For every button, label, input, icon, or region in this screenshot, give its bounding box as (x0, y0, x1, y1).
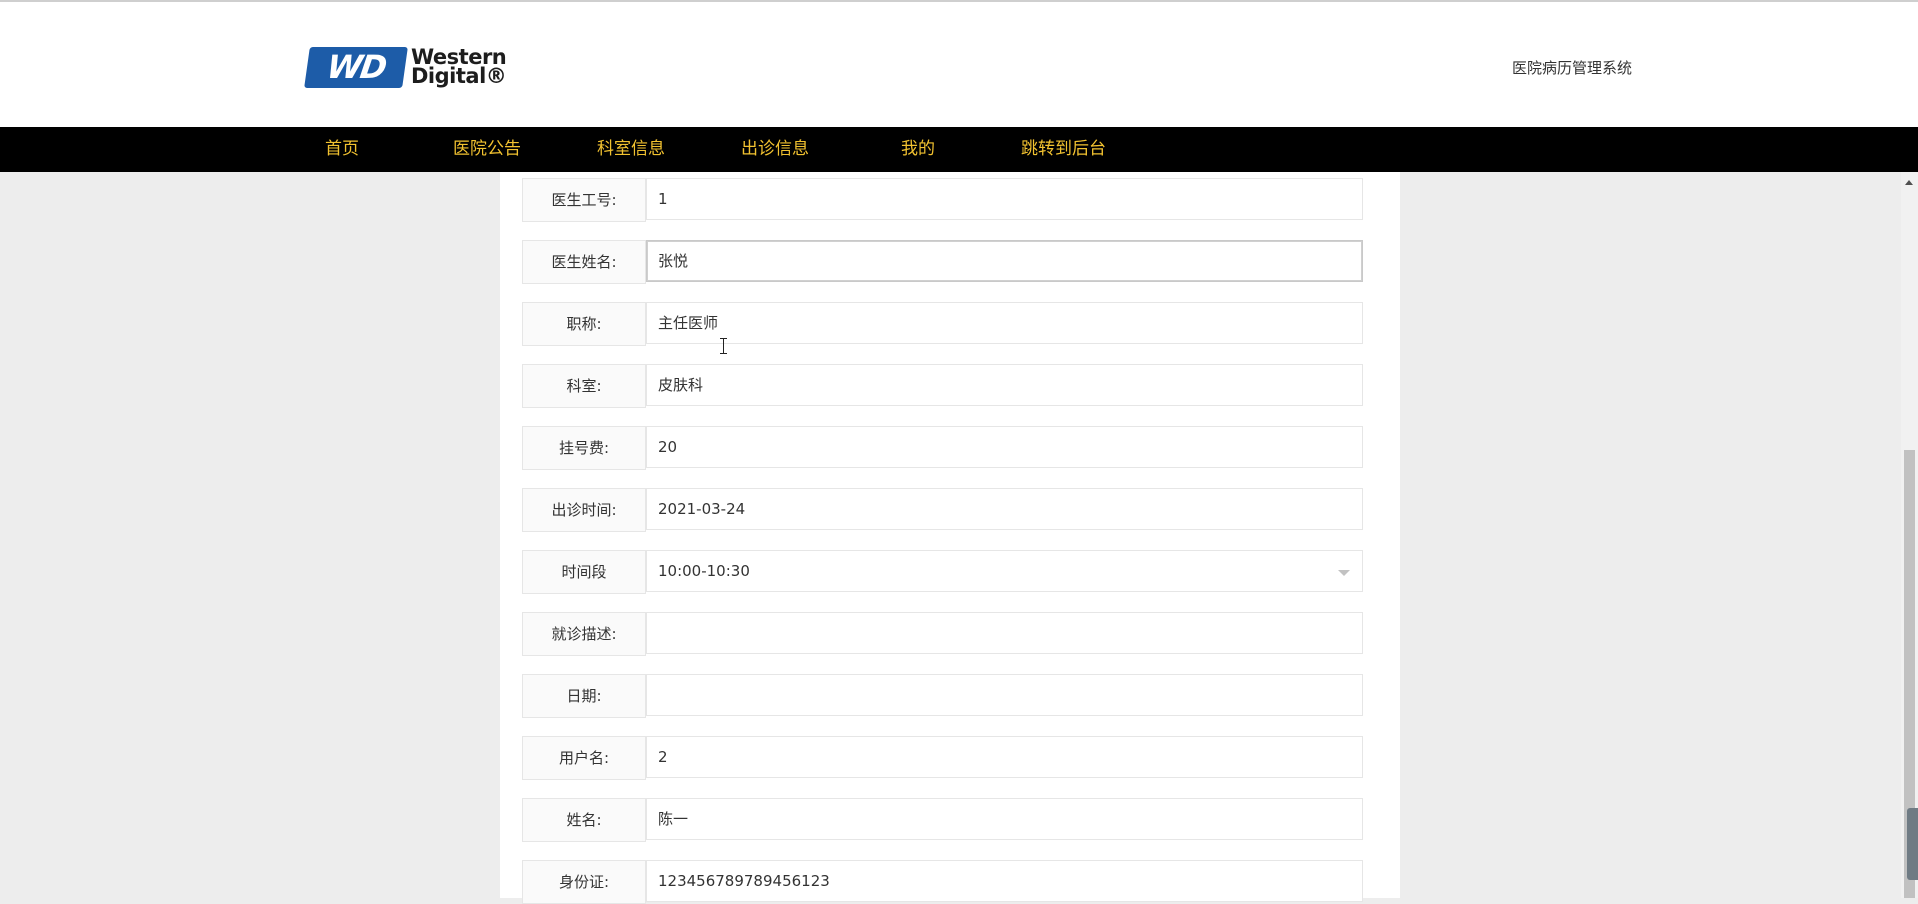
id-card-label: 身份证: (522, 860, 646, 904)
visit-description-label: 就诊描述: (522, 612, 646, 656)
doctor-id-label: 医生工号: (522, 178, 646, 222)
id-card-field[interactable]: 123456789789456123 (646, 860, 1363, 902)
form-row-clinic-date: 出诊时间: 2021-03-24 (522, 488, 1377, 532)
date-label: 日期: (522, 674, 646, 718)
logo-badge: WD (304, 47, 408, 88)
vertical-scrollbar[interactable] (1901, 172, 1918, 898)
form-row-id-card: 身份证: 123456789789456123 (522, 860, 1377, 904)
form-row-doctor-name: 医生姓名: 张悦 (522, 240, 1377, 284)
logo-badge-text: WD (324, 48, 388, 86)
date-field[interactable] (646, 674, 1363, 716)
registration-fee-field[interactable]: 20 (646, 426, 1363, 468)
site-title: 医院病历管理系统 (1512, 59, 1633, 77)
visit-description-field[interactable] (646, 612, 1363, 654)
title-field[interactable]: 主任医师 (646, 302, 1363, 344)
registration-fee-label: 挂号费: (522, 426, 646, 470)
title-label: 职称: (522, 302, 646, 346)
time-slot-select[interactable]: 10:00-10:30 (646, 550, 1363, 592)
doctor-name-field[interactable]: 张悦 (646, 240, 1363, 282)
form-row-username: 用户名: 2 (522, 736, 1377, 780)
form-row-date: 日期: (522, 674, 1377, 718)
nav-my-account[interactable]: 我的 (901, 127, 935, 172)
logo-word-2: Digital® (411, 64, 507, 88)
form-row-time-slot: 时间段 10:00-10:30 (522, 550, 1377, 594)
nav-go-to-admin[interactable]: 跳转到后台 (1021, 127, 1106, 172)
nav-clinic-schedule[interactable]: 出诊信息 (741, 127, 809, 172)
clinic-date-label: 出诊时间: (522, 488, 646, 532)
time-slot-label: 时间段 (522, 550, 646, 594)
text-cursor-icon (719, 338, 729, 354)
clinic-date-field[interactable]: 2021-03-24 (646, 488, 1363, 530)
form-row-full-name: 姓名: 陈一 (522, 798, 1377, 842)
full-name-label: 姓名: (522, 798, 646, 842)
form-row-registration-fee: 挂号费: 20 (522, 426, 1377, 470)
doctor-id-field[interactable]: 1 (646, 178, 1363, 220)
department-label: 科室: (522, 364, 646, 408)
username-field[interactable]: 2 (646, 736, 1363, 778)
main-nav: 首页 医院公告 科室信息 出诊信息 我的 跳转到后台 (0, 127, 1918, 172)
site-header: WD Western Digital® 医院病历管理系统 (0, 2, 1918, 127)
nav-home[interactable]: 首页 (325, 127, 359, 172)
nav-hospital-notice[interactable]: 医院公告 (453, 127, 521, 172)
form-row-visit-description: 就诊描述: (522, 612, 1377, 656)
arrow-up-icon[interactable] (1905, 180, 1913, 185)
chevron-down-icon[interactable] (1338, 570, 1350, 576)
time-slot-value: 10:00-10:30 (658, 562, 750, 580)
side-widget[interactable] (1907, 808, 1918, 880)
form-row-department: 科室: 皮肤科 (522, 364, 1377, 408)
department-field[interactable]: 皮肤科 (646, 364, 1363, 406)
form-row-title: 职称: 主任医师 (522, 302, 1377, 346)
full-name-field[interactable]: 陈一 (646, 798, 1363, 840)
western-digital-logo[interactable]: WD Western Digital® (304, 45, 522, 90)
nav-department-info[interactable]: 科室信息 (597, 127, 665, 172)
form-row-doctor-id: 医生工号: 1 (522, 178, 1377, 222)
username-label: 用户名: (522, 736, 646, 780)
doctor-name-label: 医生姓名: (522, 240, 646, 284)
